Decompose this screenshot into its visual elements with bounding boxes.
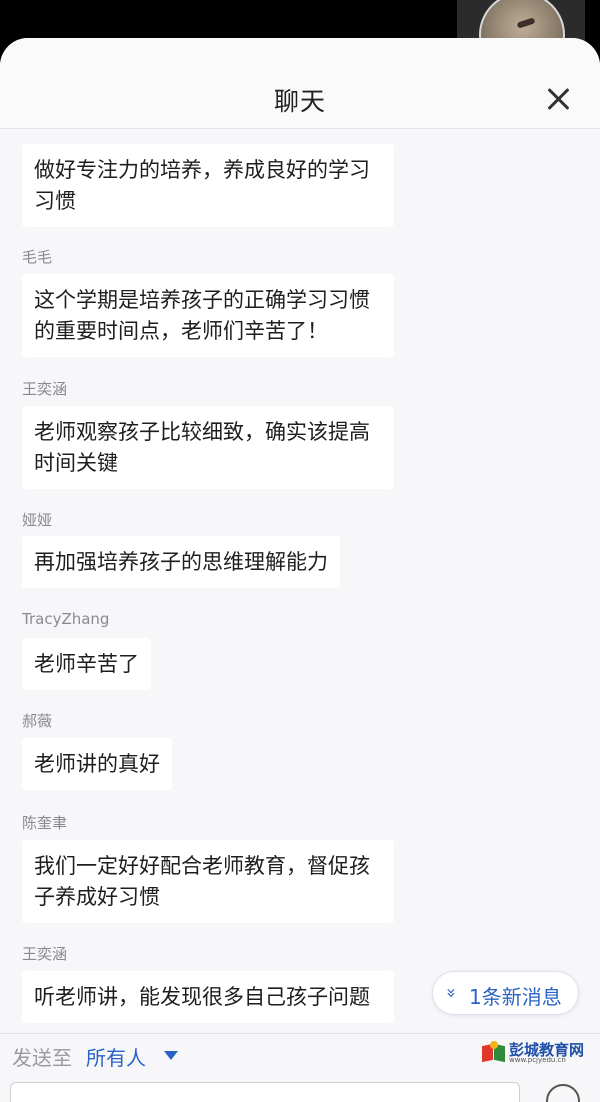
- chat-footer: 发送至 所有人 彭城教育网 www.pcjyedu.cn: [0, 1033, 600, 1102]
- message-bubble: 老师讲的真好: [22, 738, 172, 790]
- close-icon[interactable]: [545, 86, 571, 112]
- message-sender: 娅娅: [22, 511, 53, 529]
- message-bubble: 再加强培养孩子的思维理解能力: [22, 536, 340, 588]
- message-bubble: 老师辛苦了: [22, 638, 151, 690]
- avatar-image-detail: [516, 17, 536, 29]
- recipient-selector[interactable]: 所有人: [86, 1042, 146, 1071]
- message-list[interactable]: 做好专注力的培养，养成良好的学习习惯 毛毛 这个学期是培养孩子的正确学习习惯的重…: [0, 128, 600, 1033]
- new-messages-button[interactable]: » 1条新消息: [432, 971, 579, 1015]
- message-sender: 毛毛: [22, 248, 53, 266]
- message-input[interactable]: [10, 1082, 520, 1102]
- chat-header: 聊天: [0, 38, 600, 129]
- watermark-logo: 彭城教育网 www.pcjyedu.cn: [482, 1039, 588, 1065]
- message-text: 再加强培养孩子的思维理解能力: [34, 550, 328, 574]
- message-sender: 郝薇: [22, 712, 53, 730]
- chat-panel: 聊天 做好专注力的培养，养成良好的学习习惯 毛毛 这个学期是培养孩子的正确学习习…: [0, 38, 600, 1102]
- message-text: 老师观察孩子比较细致，确实该提高时间关键: [34, 420, 370, 475]
- message-sender: 陈奎聿: [22, 814, 68, 832]
- message-text: 老师讲的真好: [34, 752, 160, 776]
- message-sender: 王奕涵: [22, 380, 68, 398]
- message-text: 做好专注力的培养，养成良好的学习习惯: [34, 158, 370, 213]
- page-title: 聊天: [273, 87, 326, 116]
- watermark-url: www.pcjyedu.cn: [509, 1056, 566, 1064]
- message-sender: 王奕涵: [22, 945, 68, 963]
- message-text: 听老师讲，能发现很多自己孩子问题: [34, 985, 370, 1009]
- message-bubble: 做好专注力的培养，养成良好的学习习惯: [22, 144, 394, 227]
- message-bubble: 老师观察孩子比较细致，确实该提高时间关键: [22, 406, 394, 489]
- book-logo-icon: [482, 1041, 506, 1063]
- message-text: 这个学期是培养孩子的正确学习习惯的重要时间点，老师们辛苦了！: [34, 288, 370, 343]
- emoji-icon[interactable]: [546, 1084, 580, 1102]
- message-bubble: 听老师讲，能发现很多自己孩子问题: [22, 971, 394, 1023]
- double-chevron-down-icon: »: [441, 987, 462, 999]
- message-text: 老师辛苦了: [34, 652, 139, 676]
- new-messages-label: 1条新消息: [469, 985, 562, 1009]
- message-bubble: 这个学期是培养孩子的正确学习习惯的重要时间点，老师们辛苦了！: [22, 274, 394, 357]
- caret-down-icon[interactable]: [164, 1051, 178, 1060]
- message-sender: TracyZhang: [22, 610, 110, 628]
- message-bubble: 我们一定好好配合老师教育，督促孩子养成好习惯: [22, 840, 394, 923]
- send-to-label: 发送至: [12, 1046, 72, 1070]
- message-text: 我们一定好好配合老师教育，督促孩子养成好习惯: [34, 854, 370, 909]
